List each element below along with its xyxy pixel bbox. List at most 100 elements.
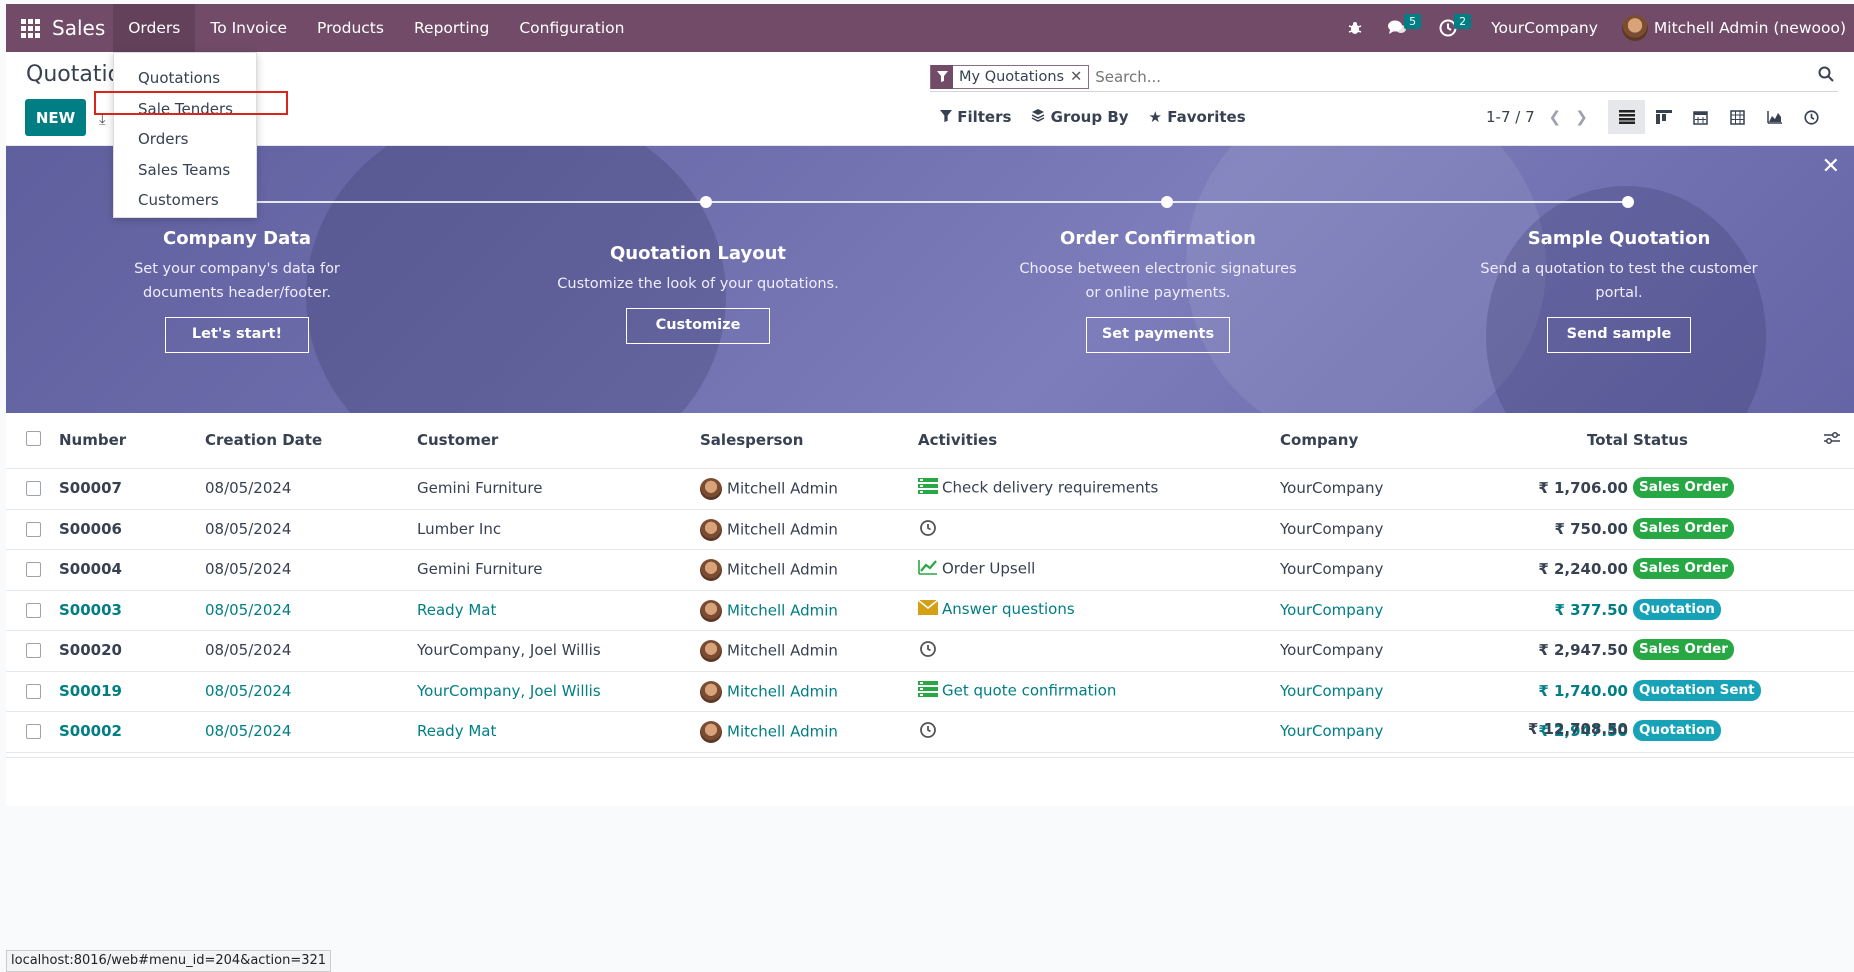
status-badge: Quotation bbox=[1633, 598, 1721, 620]
table-header: Number Creation Date Customer Salesperso… bbox=[6, 413, 1854, 469]
pager-prev-icon[interactable]: ❮ bbox=[1549, 108, 1562, 126]
cell-salesperson: Mitchell Admin bbox=[700, 640, 838, 662]
activity-summary: Get quote confirmation bbox=[942, 681, 1117, 699]
kanban-view-icon[interactable] bbox=[1645, 100, 1682, 134]
clock-icon[interactable] bbox=[918, 519, 938, 541]
activity-view-icon[interactable] bbox=[1793, 100, 1830, 134]
chart-icon[interactable] bbox=[918, 559, 938, 579]
cell-customer: Ready Mat bbox=[417, 600, 497, 619]
search-facet: My Quotations ✕ bbox=[930, 64, 1090, 89]
top-navbar: Sales Orders To Invoice Products Reporti… bbox=[6, 4, 1854, 52]
app-grid-icon[interactable] bbox=[8, 4, 52, 52]
customize-button[interactable]: Customize bbox=[626, 308, 770, 344]
search-icon[interactable] bbox=[1818, 66, 1834, 87]
activities-button[interactable]: 2 bbox=[1427, 4, 1472, 52]
group-by-label: Group By bbox=[1050, 108, 1129, 126]
cell-activity[interactable]: Answer questions bbox=[917, 598, 1075, 619]
group-by-button[interactable]: Group By bbox=[1031, 108, 1129, 126]
cell-number: S00006 bbox=[59, 519, 122, 538]
cell-customer: Gemini Furniture bbox=[417, 479, 543, 497]
step-quotation-layout: Quotation Layout Customize the look of y… bbox=[533, 243, 863, 344]
step-company-data: Company Data Set your company's data for… bbox=[72, 228, 402, 353]
pager: 1-7 / 7 ❮ ❯ bbox=[1486, 108, 1588, 126]
column-total[interactable]: Total bbox=[1587, 431, 1628, 449]
quotations-list: Number Creation Date Customer Salesperso… bbox=[6, 413, 1854, 806]
menu-products[interactable]: Products bbox=[302, 4, 399, 52]
cell-status: Sales Order bbox=[1633, 639, 1734, 660]
cell-customer: Lumber Inc bbox=[417, 519, 502, 538]
row-checkbox[interactable] bbox=[26, 683, 41, 699]
pager-value[interactable]: 1-7 / 7 bbox=[1486, 108, 1535, 126]
column-number[interactable]: Number bbox=[59, 431, 126, 449]
user-menu[interactable]: Mitchell Admin (newooo) bbox=[1610, 4, 1854, 52]
row-checkbox[interactable] bbox=[26, 562, 41, 577]
new-button[interactable]: NEW bbox=[25, 99, 86, 136]
set-payments-button[interactable]: Set payments bbox=[1086, 317, 1230, 353]
view-switcher bbox=[1608, 100, 1830, 134]
dropdown-item-orders[interactable]: Orders bbox=[114, 124, 256, 155]
cell-activity[interactable]: Check delivery requirements bbox=[918, 478, 1158, 498]
filters-button[interactable]: Filters bbox=[940, 108, 1011, 126]
row-checkbox[interactable] bbox=[26, 481, 41, 496]
step-title: Sample Quotation bbox=[1527, 228, 1711, 249]
table-row[interactable]: S00004 08/05/2024 Gemini Furniture Mitch… bbox=[6, 550, 1854, 591]
task-icon[interactable] bbox=[918, 478, 938, 498]
cell-activity[interactable]: Get quote confirmation bbox=[918, 680, 1117, 701]
column-creation-date[interactable]: Creation Date bbox=[205, 431, 322, 449]
debug-bug-icon[interactable] bbox=[1335, 4, 1375, 52]
column-salesperson[interactable]: Salesperson bbox=[700, 431, 803, 449]
favorites-label: Favorites bbox=[1167, 108, 1246, 126]
column-status[interactable]: Status bbox=[1633, 431, 1688, 449]
lets-start-button[interactable]: Let's start! bbox=[165, 317, 309, 353]
dropdown-item-sales-teams[interactable]: Sales Teams bbox=[114, 155, 256, 186]
company-switcher[interactable]: YourCompany bbox=[1479, 4, 1610, 52]
step-description: Customize the look of your quotations. bbox=[557, 276, 839, 292]
search-tools: Filters Group By ★ Favorites bbox=[940, 108, 1246, 126]
cell-company: YourCompany bbox=[1280, 681, 1384, 700]
dropdown-item-customers[interactable]: Customers bbox=[114, 185, 256, 216]
column-settings-icon[interactable] bbox=[1824, 431, 1840, 449]
task-icon[interactable] bbox=[918, 680, 938, 701]
table-row[interactable]: S00006 08/05/2024 Lumber Inc Mitchell Ad… bbox=[6, 510, 1854, 550]
clock-icon[interactable] bbox=[918, 640, 938, 662]
row-checkbox[interactable] bbox=[26, 643, 41, 658]
send-sample-button[interactable]: Send sample bbox=[1547, 317, 1691, 353]
graph-view-icon[interactable] bbox=[1756, 100, 1793, 134]
favorites-button[interactable]: ★ Favorites bbox=[1149, 108, 1246, 126]
table-row[interactable]: S00020 08/05/2024 YourCompany, Joel Will… bbox=[6, 631, 1854, 672]
row-checkbox[interactable] bbox=[26, 521, 41, 537]
cell-total: ₹ 2,240.00 bbox=[1538, 560, 1628, 578]
cell-activity[interactable]: Order Upsell bbox=[918, 559, 1035, 579]
salesperson-avatar bbox=[700, 518, 722, 541]
pager-next-icon[interactable]: ❯ bbox=[1575, 108, 1588, 126]
dropdown-item-quotations[interactable]: Quotations bbox=[114, 63, 256, 94]
list-view-icon[interactable] bbox=[1608, 100, 1645, 134]
select-all-checkbox[interactable] bbox=[26, 431, 41, 446]
grand-total: ₹ 12,708.50 bbox=[1527, 720, 1628, 738]
messages-badge: 5 bbox=[1404, 14, 1422, 29]
table-row[interactable]: S00007 08/05/2024 Gemini Furniture Mitch… bbox=[6, 469, 1854, 510]
menu-reporting[interactable]: Reporting bbox=[399, 4, 504, 52]
menu-to-invoice[interactable]: To Invoice bbox=[195, 4, 302, 52]
row-checkbox[interactable] bbox=[26, 602, 41, 618]
salesperson-name: Mitchell Admin bbox=[727, 641, 838, 660]
messages-button[interactable]: 5 bbox=[1375, 4, 1422, 52]
envelope-icon[interactable] bbox=[917, 598, 939, 619]
search-input[interactable] bbox=[1095, 67, 1818, 86]
app-brand[interactable]: Sales bbox=[52, 16, 105, 40]
calendar-view-icon[interactable] bbox=[1682, 100, 1719, 134]
remove-facet-icon[interactable]: ✕ bbox=[1070, 69, 1088, 85]
cell-activity[interactable] bbox=[918, 640, 942, 662]
cell-status: Sales Order bbox=[1633, 558, 1734, 579]
menu-configuration[interactable]: Configuration bbox=[504, 4, 639, 52]
menu-orders[interactable]: Orders bbox=[113, 4, 196, 52]
cell-number: S00004 bbox=[59, 560, 122, 578]
pivot-view-icon[interactable] bbox=[1719, 100, 1756, 134]
column-company[interactable]: Company bbox=[1280, 431, 1358, 449]
close-banner-icon[interactable]: ✕ bbox=[1822, 154, 1840, 179]
column-activities[interactable]: Activities bbox=[918, 431, 997, 449]
table-row[interactable]: S00003 08/05/2024 Ready Mat Mitchell Adm… bbox=[6, 591, 1854, 631]
cell-activity[interactable] bbox=[918, 519, 942, 541]
cell-salesperson: Mitchell Admin bbox=[700, 599, 838, 622]
column-customer[interactable]: Customer bbox=[417, 431, 498, 449]
